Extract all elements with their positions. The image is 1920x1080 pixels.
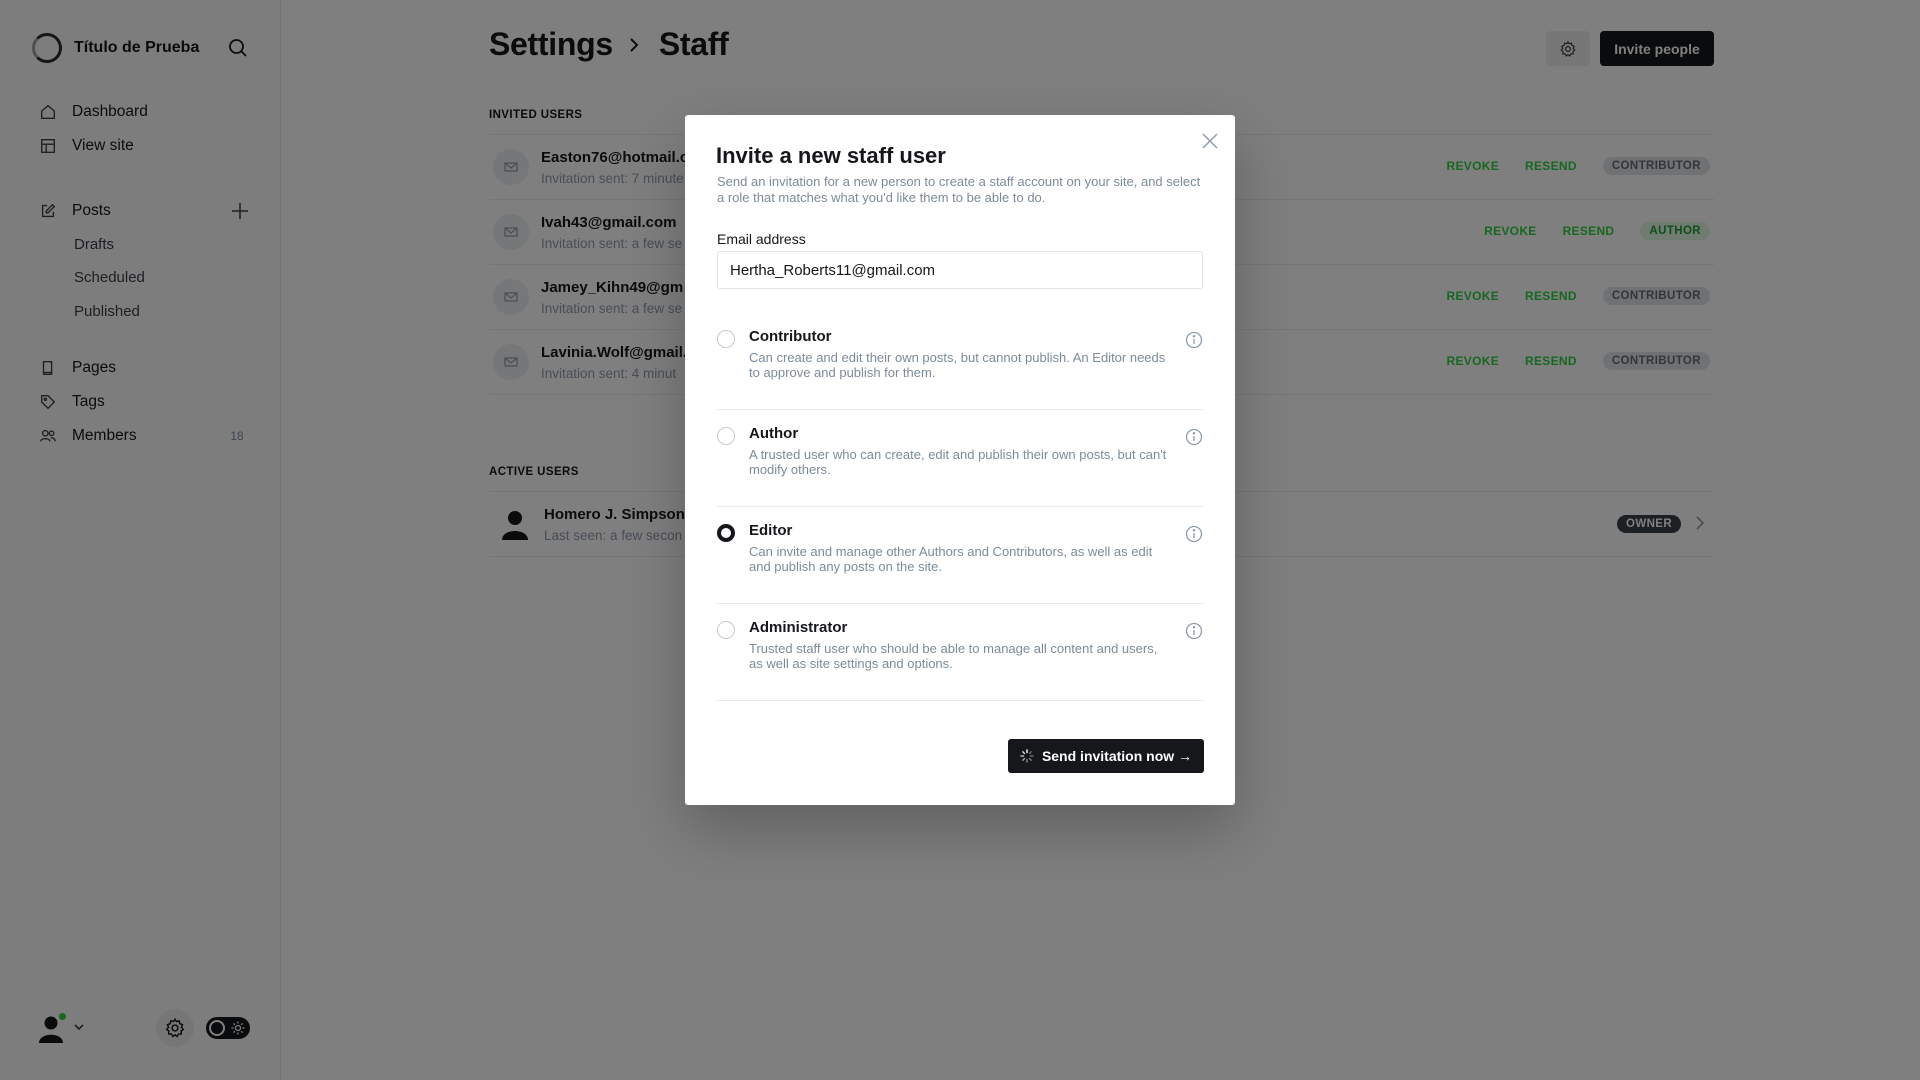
role-option-administrator[interactable]: Administrator Trusted staff user who sho… xyxy=(717,604,1203,701)
role-name: Author xyxy=(749,425,799,442)
role-name: Administrator xyxy=(749,619,848,636)
send-button-label: Send invitation now → xyxy=(1041,748,1193,764)
modal-description: Send an invitation for a new person to c… xyxy=(717,174,1201,205)
role-description: Can create and edit their own posts, but… xyxy=(749,350,1166,380)
send-invitation-button[interactable]: Send invitation now → xyxy=(1008,739,1204,773)
modal-title: Invite a new staff user xyxy=(716,143,946,168)
role-name: Editor xyxy=(749,522,793,539)
spinner-icon xyxy=(1020,749,1034,763)
role-description: Can invite and manage other Authors and … xyxy=(749,544,1153,574)
email-label: Email address xyxy=(717,231,806,247)
role-options: Contributor Can create and edit their ow… xyxy=(717,313,1203,701)
role-radio[interactable] xyxy=(717,427,735,445)
role-option-contributor[interactable]: Contributor Can create and edit their ow… xyxy=(717,313,1203,410)
invite-staff-modal: Invite a new staff user Send an invitati… xyxy=(685,115,1235,805)
role-option-author[interactable]: Author A trusted user who can create, ed… xyxy=(717,410,1203,507)
role-description: A trusted user who can create, edit and … xyxy=(749,447,1167,477)
role-option-editor[interactable]: Editor Can invite and manage other Autho… xyxy=(717,507,1203,604)
role-radio[interactable] xyxy=(717,330,735,348)
role-description: Trusted staff user who should be able to… xyxy=(749,641,1158,671)
role-radio-selected[interactable] xyxy=(717,524,735,542)
info-icon[interactable] xyxy=(1185,331,1203,349)
info-icon[interactable] xyxy=(1185,428,1203,446)
info-icon[interactable] xyxy=(1185,525,1203,543)
role-name: Contributor xyxy=(749,328,832,345)
email-field[interactable] xyxy=(717,251,1203,289)
info-icon[interactable] xyxy=(1185,622,1203,640)
role-radio[interactable] xyxy=(717,621,735,639)
close-icon[interactable] xyxy=(1200,131,1220,151)
